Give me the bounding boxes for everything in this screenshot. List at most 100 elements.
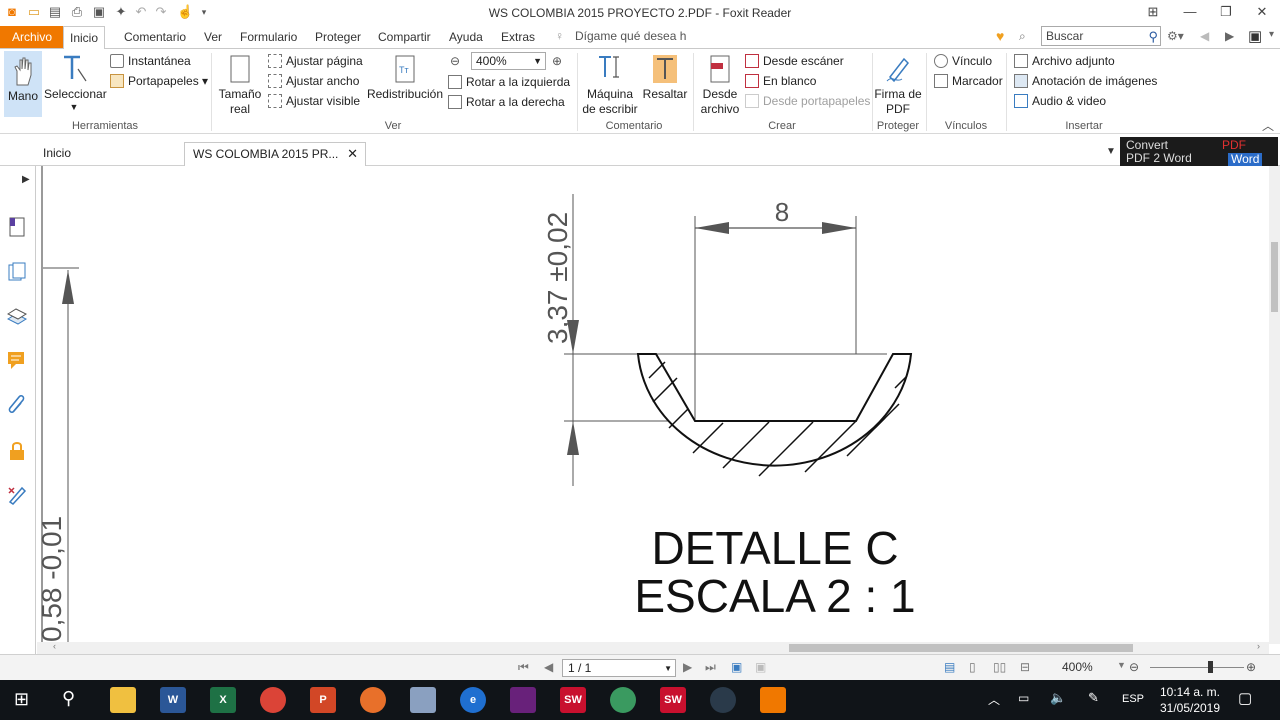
minimize-button[interactable]: — — [1172, 0, 1208, 24]
foxit-reader-icon[interactable] — [760, 687, 786, 713]
attachments-panel-icon[interactable] — [6, 394, 28, 416]
expand-panel-icon[interactable]: ▶ — [22, 174, 30, 185]
forward-arrow-icon[interactable]: ▶ — [1225, 29, 1234, 43]
notifications-icon[interactable]: ▢ — [1238, 689, 1252, 707]
sync-app-icon[interactable] — [610, 687, 636, 713]
scroll-left-icon[interactable]: ‹ — [53, 641, 56, 651]
blank-button[interactable]: En blanco — [745, 72, 816, 90]
solidworks-2-icon[interactable]: SW — [660, 687, 686, 713]
zoom-out-icon[interactable]: ⊖ — [450, 54, 460, 68]
rotate-left-button[interactable]: Rotar a la izquierda — [448, 73, 570, 91]
zoom-out-icon[interactable]: ⊖ — [1129, 660, 1139, 674]
last-page-icon[interactable]: ⏭ — [705, 660, 716, 675]
menu-tab-formulario[interactable]: Formulario — [234, 28, 303, 48]
word-icon[interactable]: W — [160, 687, 186, 713]
zoom-slider-track[interactable] — [1150, 667, 1244, 668]
bookmark-button[interactable]: Marcador — [934, 72, 1003, 90]
page-number-input[interactable]: 1 / 1 ▼ — [562, 659, 676, 677]
single-page-view-icon[interactable]: ▤ — [944, 660, 955, 674]
horizontal-scrollbar[interactable]: ‹ › — [37, 641, 1269, 654]
chrome-icon[interactable] — [260, 687, 286, 713]
signature-panel-icon[interactable] — [6, 484, 28, 506]
security-panel-icon[interactable] — [6, 440, 28, 462]
menu-tab-inicio[interactable]: Inicio — [63, 26, 106, 49]
page-dropdown-icon[interactable]: ▼ — [664, 661, 672, 677]
media-app-icon[interactable] — [710, 687, 736, 713]
network-icon[interactable]: ▭ — [1018, 691, 1029, 705]
continuous-view-icon[interactable]: ▯ — [969, 660, 976, 674]
solidworks-icon[interactable]: SW — [560, 687, 586, 713]
visual-studio-icon[interactable] — [510, 687, 536, 713]
next-page-icon[interactable]: ▶ — [683, 660, 692, 674]
search-input[interactable]: Buscar ⚲ — [1041, 26, 1161, 46]
convert-pdf-banner[interactable]: Convert PDF PDF 2 Word Word — [1120, 137, 1278, 167]
previous-view-icon[interactable]: ▣ — [731, 660, 742, 674]
maximize-button[interactable]: ❐ — [1208, 0, 1244, 24]
tab-list-dropdown-icon[interactable]: ▼ — [1106, 146, 1116, 157]
windows-start-icon[interactable]: ⊞ — [14, 689, 29, 710]
from-file-button[interactable]: Desde archivo — [698, 53, 742, 117]
highlight-button[interactable]: Resaltar — [642, 53, 688, 102]
from-clipboard-button[interactable]: Desde portapapeles — [745, 92, 870, 110]
powerpoint-icon[interactable]: P — [310, 687, 336, 713]
zoom-slider-thumb[interactable] — [1208, 661, 1213, 673]
select-dropdown-icon[interactable]: ▼ — [44, 102, 104, 112]
next-view-icon[interactable]: ▣ — [755, 660, 766, 674]
tell-me-field[interactable]: Dígame qué desea h — [575, 29, 686, 43]
audio-video-button[interactable]: Audio & video — [1014, 92, 1106, 110]
layout-icon[interactable]: ⊞ — [1135, 0, 1171, 24]
continuous-facing-view-icon[interactable]: ⊟ — [1020, 660, 1030, 674]
menu-tab-archivo[interactable]: Archivo — [0, 26, 65, 48]
attachment-button[interactable]: Archivo adjunto — [1014, 52, 1115, 70]
tab-current-document[interactable]: WS COLOMBIA 2015 PR... ✕ — [184, 142, 366, 166]
excel-icon[interactable]: X — [210, 687, 236, 713]
image-annotation-button[interactable]: Anotación de imágenes — [1014, 72, 1157, 90]
zoom-in-icon[interactable]: ⊕ — [552, 54, 562, 68]
back-arrow-icon[interactable]: ◀ — [1200, 29, 1209, 43]
menu-tab-ver[interactable]: Ver — [198, 28, 228, 48]
vertical-scrollbar[interactable] — [1269, 166, 1280, 644]
cube-app-icon[interactable] — [410, 687, 436, 713]
menu-tab-comentario[interactable]: Comentario — [118, 28, 192, 48]
horizontal-scroll-thumb[interactable] — [789, 644, 1133, 652]
pen-icon[interactable]: ✎ — [1088, 690, 1099, 706]
language-indicator[interactable]: ESP — [1122, 693, 1144, 705]
zoom-select[interactable]: 400% ▼ — [471, 52, 546, 70]
scroll-right-icon[interactable]: › — [1257, 641, 1260, 651]
actual-size-button[interactable]: Tamaño real — [216, 53, 264, 117]
first-page-icon[interactable]: ⏮ — [518, 660, 529, 675]
search-icon[interactable]: ⚲ — [1148, 28, 1158, 46]
show-hidden-icons[interactable]: ︿ — [988, 691, 1000, 708]
menu-chevron-icon[interactable]: ▾ — [1269, 29, 1274, 40]
menu-tab-ayuda[interactable]: Ayuda — [443, 28, 489, 48]
user-icon[interactable]: ▣ — [1248, 27, 1262, 45]
link-button[interactable]: Vínculo — [934, 52, 992, 70]
facing-view-icon[interactable]: ▯▯ — [993, 660, 1006, 674]
fit-visible-button[interactable]: Ajustar visible — [268, 92, 360, 110]
firefox-icon[interactable] — [360, 687, 386, 713]
pages-panel-icon[interactable] — [6, 261, 28, 283]
find-icon[interactable]: ⌕ — [1019, 29, 1026, 44]
zoom-in-icon[interactable]: ⊕ — [1246, 660, 1256, 674]
tab-home[interactable]: Inicio — [35, 142, 185, 166]
collapse-ribbon-icon[interactable]: ︿ — [1262, 117, 1274, 134]
menu-tab-compartir[interactable]: Compartir — [372, 28, 437, 48]
fit-width-button[interactable]: Ajustar ancho — [268, 72, 359, 90]
select-tool-button[interactable]: Seleccionar ▼ — [44, 53, 107, 112]
rotate-right-button[interactable]: Rotar a la derecha — [448, 93, 565, 111]
volume-icon[interactable]: 🔈 — [1050, 690, 1066, 706]
fit-page-button[interactable]: Ajustar página — [268, 52, 363, 70]
snapshot-button[interactable]: Instantánea — [110, 52, 191, 70]
close-button[interactable]: ✕ — [1244, 0, 1280, 24]
comments-panel-icon[interactable] — [6, 349, 28, 371]
document-page[interactable]: 8 3,37 ±0,02 0,58 -0,01 DETALLE C ESCALA… — [37, 166, 1269, 642]
file-explorer-icon[interactable] — [110, 687, 136, 713]
settings-icon[interactable]: ⚙▾ — [1167, 29, 1184, 43]
from-scanner-button[interactable]: Desde escáner — [745, 52, 844, 70]
tab-close-icon[interactable]: ✕ — [347, 143, 358, 165]
clock[interactable]: 10:14 a. m. 31/05/2019 — [1150, 684, 1230, 716]
bookmarks-panel-icon[interactable] — [6, 216, 28, 238]
vertical-scroll-thumb[interactable] — [1271, 242, 1278, 312]
layers-panel-icon[interactable] — [6, 305, 28, 327]
heart-icon[interactable]: ♥ — [996, 28, 1004, 44]
